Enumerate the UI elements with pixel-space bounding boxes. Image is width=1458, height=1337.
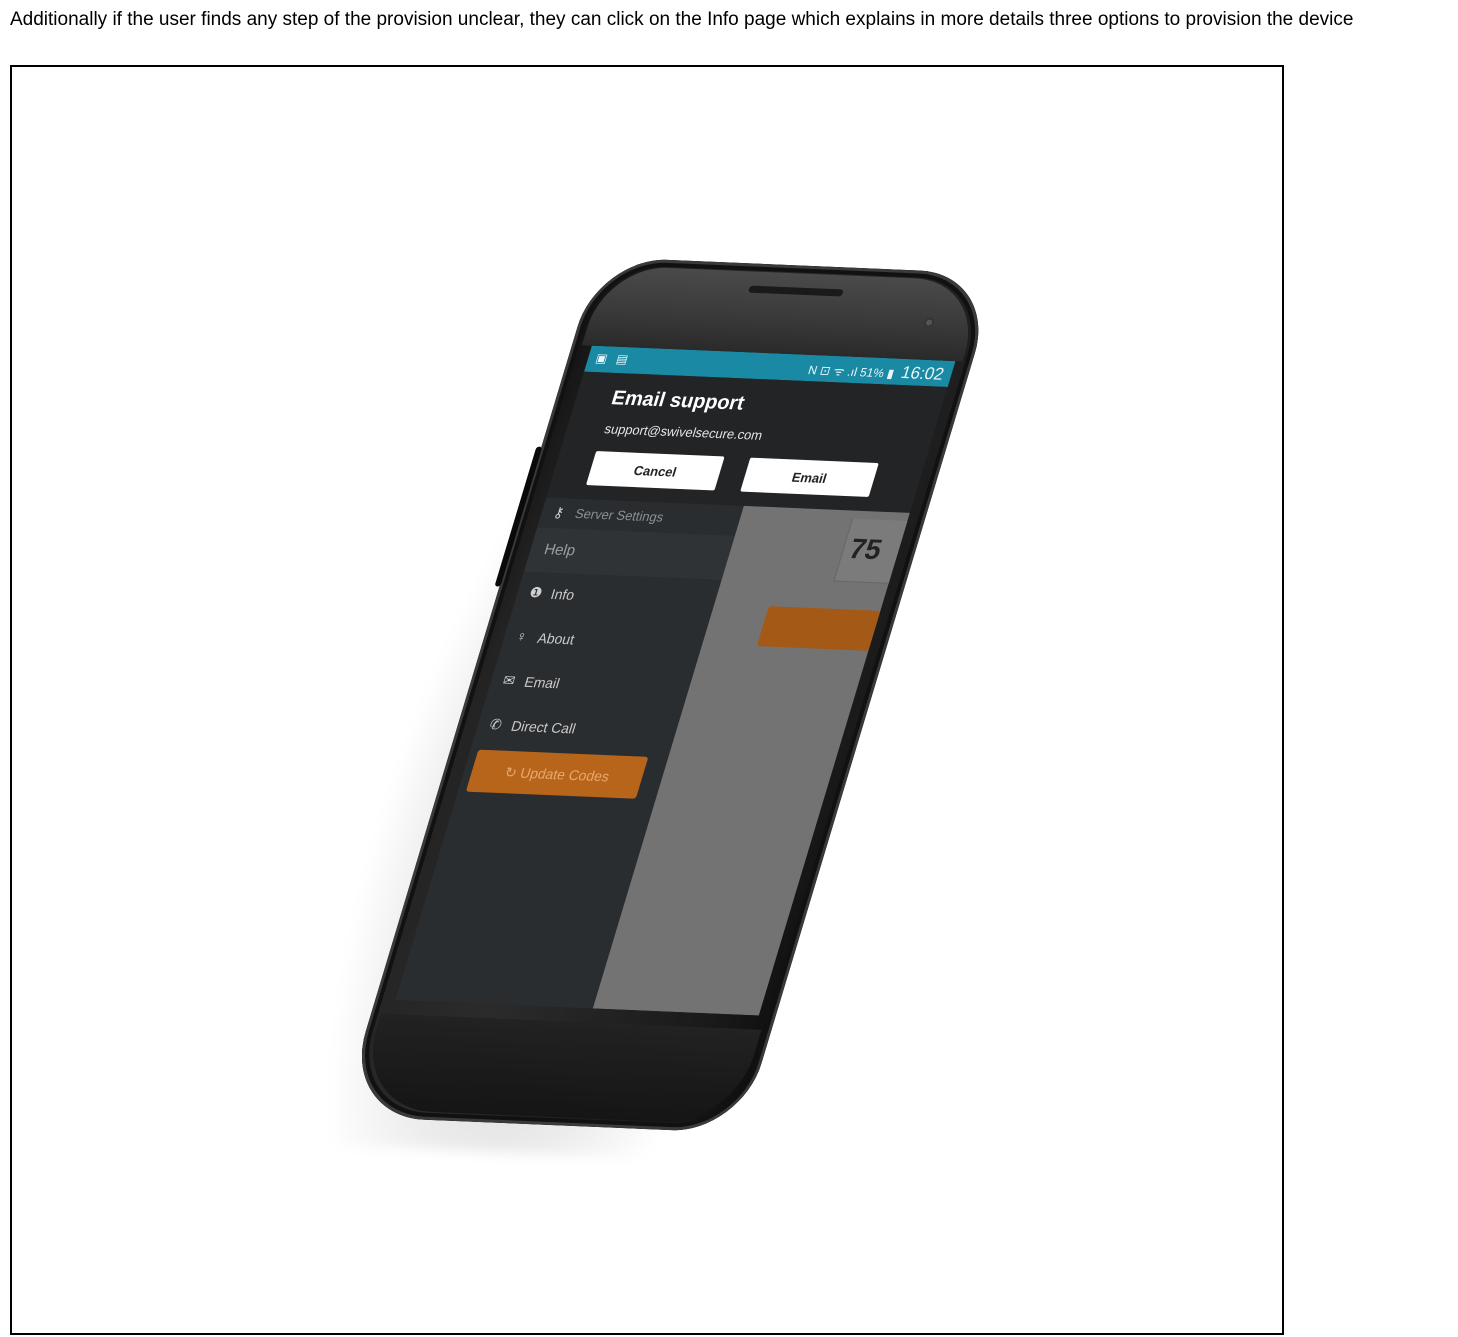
action-button-dimmed[interactable] [756,606,881,651]
drawer-item-direct-call[interactable]: ✆ Direct Call [472,703,682,753]
notification-icons: ▣ ▤ [594,350,633,367]
update-codes-button[interactable]: ↻ Update Codes [465,749,649,799]
drawer-item-info[interactable]: ❶ Info [511,571,721,621]
signal-battery-icons: N ⊡ ᯤ .ıl 51% ▮ [806,363,896,381]
drawer-item-label: About [535,629,577,648]
image-frame: ▣ ▤ N ⊡ ᯤ .ıl 51% ▮ 16:02 Email support … [10,65,1284,1335]
code-card: 75 [833,518,923,585]
dialog-title: Email support [608,387,748,415]
caption-text: Additionally if the user finds any step … [10,9,1354,30]
phone-icon: ✆ [487,715,505,733]
drawer-item-label: Direct Call [509,717,578,737]
earpiece-speaker [747,285,844,297]
status-time: 16:02 [898,362,947,384]
lightbulb-icon: ♀ [514,627,530,645]
cancel-button[interactable]: Cancel [585,451,725,491]
drawer-item-about[interactable]: ♀ About [498,615,708,665]
phone-bottom-bezel [352,1013,762,1125]
drawer-item-label: Server Settings [573,505,666,525]
section-header: Help [542,541,578,560]
mail-icon: ✉ [500,671,518,689]
drawer-item-label: Email [522,673,562,692]
phone-screen: ▣ ▤ N ⊡ ᯤ .ıl 51% ▮ 16:02 Email support … [395,345,956,1016]
status-icons: N ⊡ ᯤ .ıl 51% ▮ 16:02 [806,359,947,385]
support-email-address: support@swivelsecure.com [602,421,765,443]
email-button[interactable]: Email [740,457,879,498]
info-icon: ❶ [527,583,545,601]
drawer-item-label: Info [548,585,577,603]
front-camera-icon [922,317,936,328]
key-icon: ⚷ [551,504,567,521]
code-value: 75 [845,532,886,566]
email-support-dialog: Email support support@swivelsecure.com C… [546,371,948,513]
drawer-item-email[interactable]: ✉ Email [485,659,695,709]
